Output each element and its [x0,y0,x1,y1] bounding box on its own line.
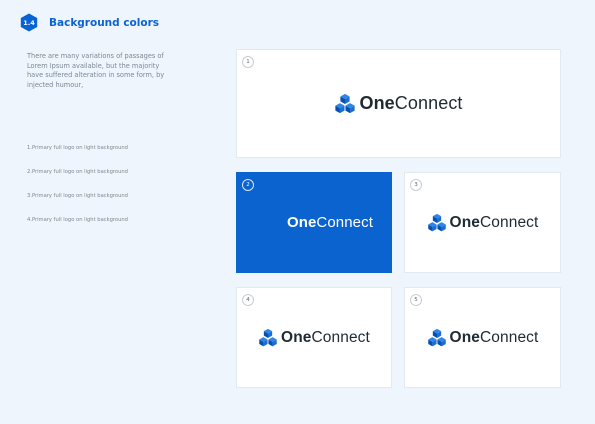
oneconnect-logo: OneConnect [405,173,560,272]
cube-cluster-logo-icon [259,328,277,346]
logo-panel-4: 4 OneConnect [236,287,392,388]
section-number: 1.4 [23,18,35,27]
cube-cluster-logo-icon [427,213,446,231]
panel-caption-list: 1.Primary full logo on light background … [27,145,128,241]
section-number-badge: 1.4 [20,13,38,32]
logo-panel-1: 1 OneConnect [236,49,561,158]
oneconnect-logo: OneConnect [237,288,391,387]
logo-panel-3: 3 OneConnect [404,172,561,273]
wordmark: OneConnect [286,214,373,231]
wordmark: OneConnect [449,213,539,231]
list-item: 1.Primary full logo on light background [27,145,128,151]
logo-panel-5: 5 OneConnect [404,287,561,388]
oneconnect-logo: OneConnect [405,288,560,387]
logo-panel-2: 2 OneConnect [236,172,392,273]
list-item: 3.Primary full logo on light background [27,193,128,199]
wordmark: OneConnect [281,328,370,346]
page-title: Background colors [49,16,160,29]
description-text: There are many variations of passages of… [27,52,165,89]
section-header: 1.4 Background colors [20,13,159,32]
cube-cluster-logo-icon [427,328,446,346]
wordmark: OneConnect [359,93,463,113]
oneconnect-logo: OneConnect [237,173,391,272]
list-item: 4.Primary full logo on light background [27,217,128,223]
cube-cluster-logo-icon [335,93,356,113]
list-item: 2.Primary full logo on light background [27,169,128,175]
wordmark: OneConnect [449,328,539,346]
oneconnect-logo: OneConnect [237,50,560,157]
